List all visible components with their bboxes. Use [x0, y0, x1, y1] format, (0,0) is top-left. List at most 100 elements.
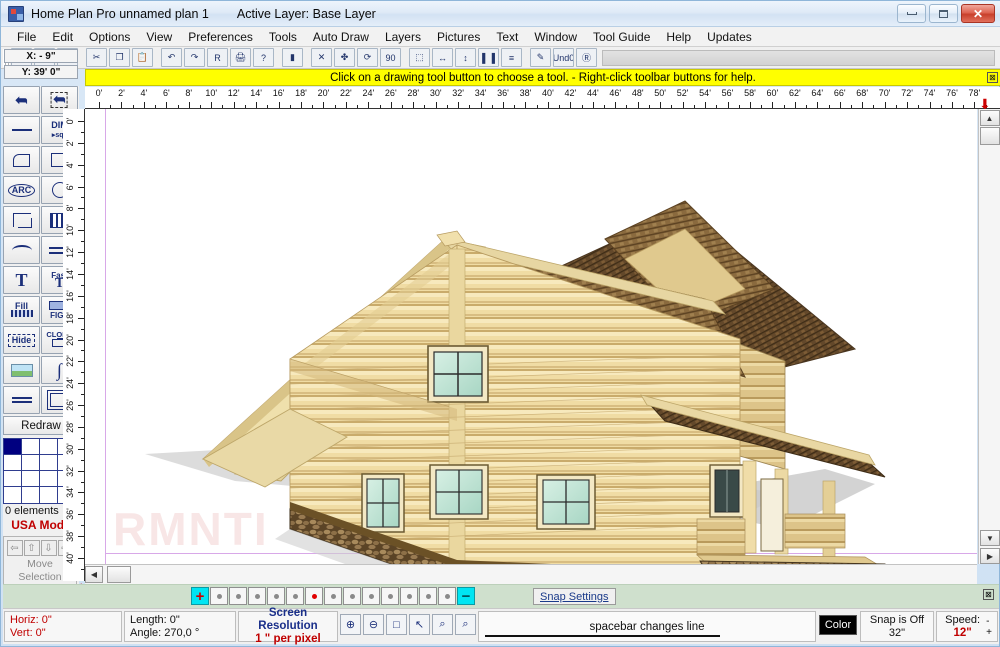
- scroll-down-button[interactable]: ▼: [980, 530, 1000, 546]
- mirror-vertical-button[interactable]: ↕: [455, 48, 476, 67]
- layer-bar-close-icon[interactable]: ⊠: [983, 589, 994, 600]
- menu-item-layers[interactable]: Layers: [377, 28, 429, 46]
- zoom-out-button[interactable]: ⊖: [363, 614, 384, 635]
- snap-settings-button[interactable]: Snap Settings: [533, 588, 616, 605]
- layer-toggle-button[interactable]: [248, 587, 266, 605]
- zoom-page-button[interactable]: □: [386, 614, 407, 635]
- menu-item-help[interactable]: Help: [658, 28, 699, 46]
- layer-swatch[interactable]: [40, 487, 58, 503]
- menu-item-auto-draw[interactable]: Auto Draw: [305, 28, 377, 46]
- zoom-fit-button[interactable]: ↖: [409, 614, 430, 635]
- snap-status-cell[interactable]: Snap is Off 32": [860, 611, 934, 642]
- layer-toggle-button[interactable]: [362, 587, 380, 605]
- layer-swatch[interactable]: [22, 471, 40, 487]
- zoom-in-button[interactable]: ⊕: [340, 614, 361, 635]
- zoom-window-button[interactable]: ⌕: [432, 614, 453, 635]
- rotate-tool-button[interactable]: ⟳: [357, 48, 378, 67]
- paste-button[interactable]: 📋: [132, 48, 153, 67]
- layer-swatch[interactable]: [40, 455, 58, 471]
- speed-increase-button[interactable]: +: [986, 627, 992, 638]
- select-arrow-tool[interactable]: ➦: [3, 86, 40, 114]
- move-tool-button[interactable]: ✤: [334, 48, 355, 67]
- menu-item-window[interactable]: Window: [526, 28, 585, 46]
- hint-close-icon[interactable]: ⊠: [987, 72, 998, 83]
- picture-tool[interactable]: [3, 356, 40, 384]
- layer-toggle-button[interactable]: [381, 587, 399, 605]
- menu-item-pictures[interactable]: Pictures: [429, 28, 488, 46]
- arc-tool[interactable]: ARC: [3, 176, 40, 204]
- redo-button[interactable]: ↷: [184, 48, 205, 67]
- speed-status-cell[interactable]: Speed: 12" - +: [936, 611, 998, 642]
- scroll-right-button[interactable]: ▶: [980, 548, 1000, 564]
- maximize-button[interactable]: [929, 4, 958, 23]
- move-left-button[interactable]: ⇦: [6, 540, 23, 556]
- layer-toggle-button[interactable]: [419, 587, 437, 605]
- layer-toggle-button[interactable]: [210, 587, 228, 605]
- close-button[interactable]: ✕: [961, 4, 995, 23]
- menu-item-file[interactable]: File: [9, 28, 44, 46]
- double-line-tool[interactable]: [3, 386, 40, 414]
- move-down-button[interactable]: ⇩: [40, 540, 57, 556]
- menu-item-edit[interactable]: Edit: [44, 28, 81, 46]
- menu-item-text[interactable]: Text: [488, 28, 526, 46]
- delete-tool-button[interactable]: ✕: [311, 48, 332, 67]
- speed-stepper[interactable]: - +: [986, 616, 992, 638]
- layer-toggle-button[interactable]: [324, 587, 342, 605]
- layer-toggle-button[interactable]: [267, 587, 285, 605]
- vertical-scroll-thumb[interactable]: [980, 127, 1000, 145]
- remove-layer-button[interactable]: −: [457, 587, 475, 605]
- scroll-left-button[interactable]: ◀: [85, 566, 103, 583]
- zoom-previous-button[interactable]: ⌕: [455, 614, 476, 635]
- layer-swatch[interactable]: [4, 439, 22, 455]
- undo-button[interactable]: ↶: [161, 48, 182, 67]
- speed-decrease-button[interactable]: -: [986, 616, 992, 627]
- layer-toggle-button[interactable]: [400, 587, 418, 605]
- menu-item-updates[interactable]: Updates: [699, 28, 760, 46]
- registration-button[interactable]: Ⓡ: [576, 48, 597, 67]
- menu-item-preferences[interactable]: Preferences: [180, 28, 261, 46]
- polygon-tool[interactable]: [3, 146, 40, 174]
- layer-toggle-button[interactable]: [343, 587, 361, 605]
- rotate-90-tool-button[interactable]: 90: [380, 48, 401, 67]
- help-context-button[interactable]: ?: [253, 48, 274, 67]
- align-tool-button[interactable]: ≡: [501, 48, 522, 67]
- cut-button[interactable]: ✂: [86, 48, 107, 67]
- layer-swatch[interactable]: [22, 439, 40, 455]
- fill-tool[interactable]: Fill: [3, 296, 40, 324]
- room-tool[interactable]: [3, 206, 40, 234]
- print-preview-button[interactable]: R: [207, 48, 228, 67]
- door-tool-button[interactable]: ▮: [282, 48, 303, 67]
- layer-swatch[interactable]: [40, 439, 58, 455]
- mirror-horizontal-button[interactable]: ↔: [432, 48, 453, 67]
- color-button[interactable]: Color: [819, 615, 857, 635]
- select-area-tool-button[interactable]: ⬚: [409, 48, 430, 67]
- layer-swatch[interactable]: [4, 455, 22, 471]
- layer-swatch[interactable]: [22, 455, 40, 471]
- screen-resolution-cell[interactable]: Screen Resolution 1 " per pixel: [238, 607, 338, 645]
- layer-swatch[interactable]: [4, 487, 22, 503]
- menu-item-tools[interactable]: Tools: [261, 28, 305, 46]
- measure-tool-button[interactable]: ✎: [530, 48, 551, 67]
- layer-toggle-button[interactable]: [229, 587, 247, 605]
- line-tool[interactable]: [3, 116, 40, 144]
- copy-button[interactable]: ❐: [109, 48, 130, 67]
- horizontal-scrollbar[interactable]: ◀: [85, 564, 977, 584]
- scroll-up-button[interactable]: ▲: [979, 110, 1000, 126]
- print-button[interactable]: 🖨: [230, 48, 251, 67]
- drawing-canvas[interactable]: RMNTI: [85, 109, 977, 564]
- layer-swatch[interactable]: [22, 487, 40, 503]
- horizontal-scroll-thumb[interactable]: [107, 566, 131, 583]
- layer-swatch[interactable]: [4, 471, 22, 487]
- menu-item-tool-guide[interactable]: Tool Guide: [585, 28, 658, 46]
- layer-swatch[interactable]: [40, 471, 58, 487]
- minimize-button[interactable]: [897, 4, 926, 23]
- layer-toggle-button[interactable]: [286, 587, 304, 605]
- menu-item-options[interactable]: Options: [81, 28, 138, 46]
- add-layer-button[interactable]: +: [191, 587, 209, 605]
- move-up-button[interactable]: ⇧: [23, 540, 40, 556]
- layer-toggle-button[interactable]: [438, 587, 456, 605]
- text-tool[interactable]: T: [3, 266, 40, 294]
- hide-tool[interactable]: Hide: [3, 326, 40, 354]
- stairs-tool[interactable]: [3, 236, 40, 264]
- wall-tool-button[interactable]: ▌▐: [478, 48, 499, 67]
